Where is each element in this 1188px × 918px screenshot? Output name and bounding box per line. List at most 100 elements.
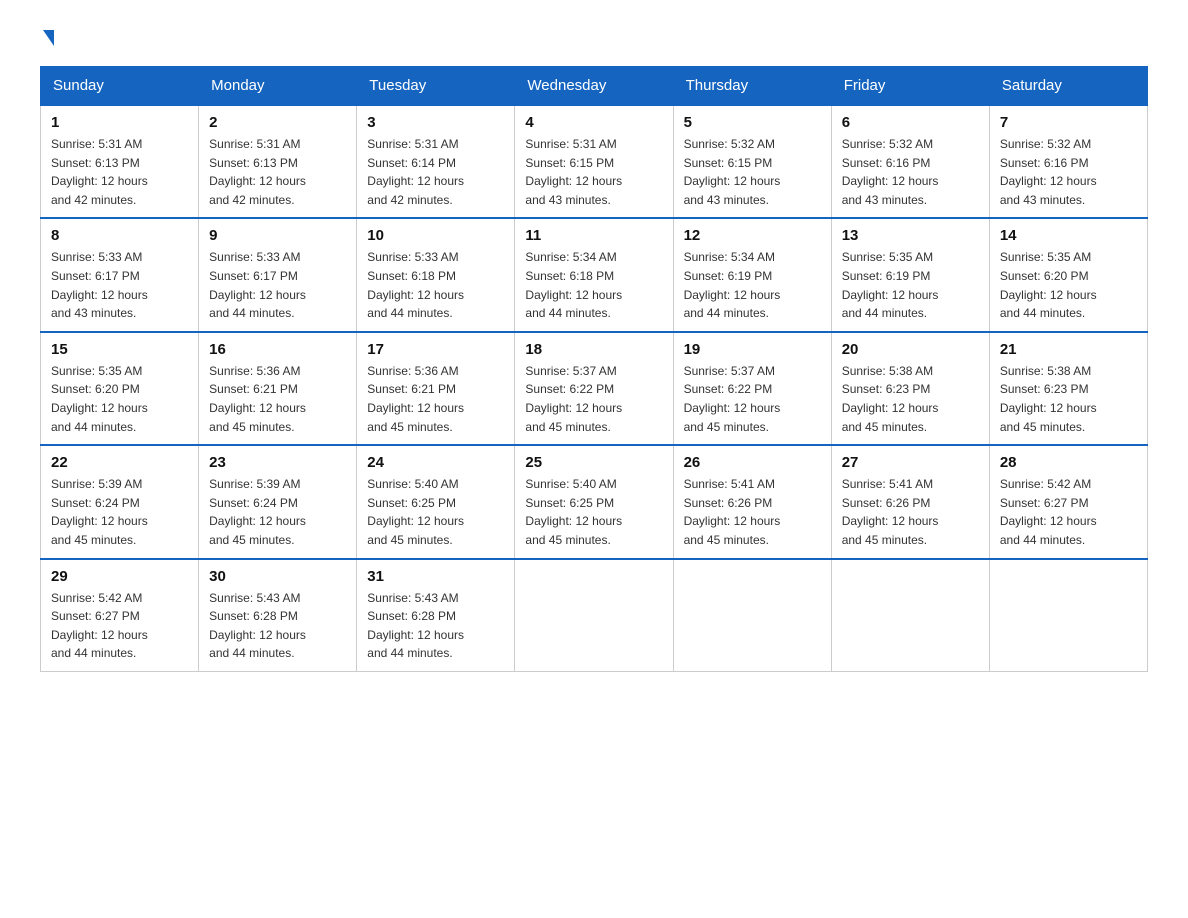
day-number: 14 <box>1000 227 1137 244</box>
calendar-week-row: 22 Sunrise: 5:39 AMSunset: 6:24 PMDaylig… <box>41 445 1148 558</box>
page-header <box>40 30 1148 42</box>
calendar-cell: 23 Sunrise: 5:39 AMSunset: 6:24 PMDaylig… <box>199 445 357 558</box>
day-info: Sunrise: 5:33 AMSunset: 6:17 PMDaylight:… <box>51 250 148 320</box>
day-number: 7 <box>1000 114 1137 131</box>
day-number: 10 <box>367 227 504 244</box>
day-info: Sunrise: 5:35 AMSunset: 6:20 PMDaylight:… <box>1000 250 1097 320</box>
day-info: Sunrise: 5:41 AMSunset: 6:26 PMDaylight:… <box>684 477 781 547</box>
day-number: 15 <box>51 341 188 358</box>
day-number: 13 <box>842 227 979 244</box>
calendar-week-row: 8 Sunrise: 5:33 AMSunset: 6:17 PMDayligh… <box>41 218 1148 331</box>
calendar-cell: 5 Sunrise: 5:32 AMSunset: 6:15 PMDayligh… <box>673 105 831 218</box>
day-number: 11 <box>525 227 662 244</box>
day-number: 16 <box>209 341 346 358</box>
calendar-cell: 7 Sunrise: 5:32 AMSunset: 6:16 PMDayligh… <box>989 105 1147 218</box>
calendar-cell <box>515 559 673 672</box>
day-number: 20 <box>842 341 979 358</box>
day-number: 29 <box>51 568 188 585</box>
day-number: 23 <box>209 454 346 471</box>
calendar-cell: 28 Sunrise: 5:42 AMSunset: 6:27 PMDaylig… <box>989 445 1147 558</box>
calendar-cell <box>989 559 1147 672</box>
day-info: Sunrise: 5:33 AMSunset: 6:18 PMDaylight:… <box>367 250 464 320</box>
day-info: Sunrise: 5:36 AMSunset: 6:21 PMDaylight:… <box>367 364 464 434</box>
weekday-header-saturday: Saturday <box>989 67 1147 106</box>
day-info: Sunrise: 5:40 AMSunset: 6:25 PMDaylight:… <box>367 477 464 547</box>
day-info: Sunrise: 5:31 AMSunset: 6:13 PMDaylight:… <box>51 137 148 207</box>
day-number: 4 <box>525 114 662 131</box>
day-number: 19 <box>684 341 821 358</box>
weekday-header-thursday: Thursday <box>673 67 831 106</box>
weekday-header-friday: Friday <box>831 67 989 106</box>
day-number: 24 <box>367 454 504 471</box>
calendar-cell: 17 Sunrise: 5:36 AMSunset: 6:21 PMDaylig… <box>357 332 515 445</box>
calendar-cell: 4 Sunrise: 5:31 AMSunset: 6:15 PMDayligh… <box>515 105 673 218</box>
calendar-cell: 30 Sunrise: 5:43 AMSunset: 6:28 PMDaylig… <box>199 559 357 672</box>
weekday-header-row: SundayMondayTuesdayWednesdayThursdayFrid… <box>41 67 1148 106</box>
day-info: Sunrise: 5:34 AMSunset: 6:19 PMDaylight:… <box>684 250 781 320</box>
calendar-cell: 25 Sunrise: 5:40 AMSunset: 6:25 PMDaylig… <box>515 445 673 558</box>
calendar-cell: 14 Sunrise: 5:35 AMSunset: 6:20 PMDaylig… <box>989 218 1147 331</box>
calendar-cell: 2 Sunrise: 5:31 AMSunset: 6:13 PMDayligh… <box>199 105 357 218</box>
calendar-cell: 29 Sunrise: 5:42 AMSunset: 6:27 PMDaylig… <box>41 559 199 672</box>
day-number: 9 <box>209 227 346 244</box>
calendar-cell <box>673 559 831 672</box>
day-number: 26 <box>684 454 821 471</box>
calendar-cell: 20 Sunrise: 5:38 AMSunset: 6:23 PMDaylig… <box>831 332 989 445</box>
calendar-cell: 16 Sunrise: 5:36 AMSunset: 6:21 PMDaylig… <box>199 332 357 445</box>
calendar-cell: 31 Sunrise: 5:43 AMSunset: 6:28 PMDaylig… <box>357 559 515 672</box>
day-number: 25 <box>525 454 662 471</box>
day-info: Sunrise: 5:31 AMSunset: 6:14 PMDaylight:… <box>367 137 464 207</box>
day-info: Sunrise: 5:34 AMSunset: 6:18 PMDaylight:… <box>525 250 622 320</box>
calendar-cell: 8 Sunrise: 5:33 AMSunset: 6:17 PMDayligh… <box>41 218 199 331</box>
calendar-cell: 24 Sunrise: 5:40 AMSunset: 6:25 PMDaylig… <box>357 445 515 558</box>
day-info: Sunrise: 5:43 AMSunset: 6:28 PMDaylight:… <box>367 591 464 661</box>
day-number: 1 <box>51 114 188 131</box>
day-number: 22 <box>51 454 188 471</box>
day-info: Sunrise: 5:37 AMSunset: 6:22 PMDaylight:… <box>525 364 622 434</box>
day-info: Sunrise: 5:33 AMSunset: 6:17 PMDaylight:… <box>209 250 306 320</box>
calendar-cell: 3 Sunrise: 5:31 AMSunset: 6:14 PMDayligh… <box>357 105 515 218</box>
calendar-cell: 9 Sunrise: 5:33 AMSunset: 6:17 PMDayligh… <box>199 218 357 331</box>
logo <box>40 30 54 42</box>
day-info: Sunrise: 5:38 AMSunset: 6:23 PMDaylight:… <box>1000 364 1097 434</box>
day-info: Sunrise: 5:32 AMSunset: 6:16 PMDaylight:… <box>842 137 939 207</box>
day-info: Sunrise: 5:32 AMSunset: 6:15 PMDaylight:… <box>684 137 781 207</box>
calendar-cell: 26 Sunrise: 5:41 AMSunset: 6:26 PMDaylig… <box>673 445 831 558</box>
calendar-cell: 18 Sunrise: 5:37 AMSunset: 6:22 PMDaylig… <box>515 332 673 445</box>
day-number: 8 <box>51 227 188 244</box>
day-info: Sunrise: 5:37 AMSunset: 6:22 PMDaylight:… <box>684 364 781 434</box>
day-number: 18 <box>525 341 662 358</box>
calendar-week-row: 29 Sunrise: 5:42 AMSunset: 6:27 PMDaylig… <box>41 559 1148 672</box>
calendar-cell: 15 Sunrise: 5:35 AMSunset: 6:20 PMDaylig… <box>41 332 199 445</box>
day-number: 12 <box>684 227 821 244</box>
day-info: Sunrise: 5:43 AMSunset: 6:28 PMDaylight:… <box>209 591 306 661</box>
weekday-header-tuesday: Tuesday <box>357 67 515 106</box>
day-number: 2 <box>209 114 346 131</box>
day-number: 31 <box>367 568 504 585</box>
day-info: Sunrise: 5:42 AMSunset: 6:27 PMDaylight:… <box>51 591 148 661</box>
day-number: 21 <box>1000 341 1137 358</box>
day-number: 17 <box>367 341 504 358</box>
calendar-cell: 6 Sunrise: 5:32 AMSunset: 6:16 PMDayligh… <box>831 105 989 218</box>
day-number: 5 <box>684 114 821 131</box>
day-info: Sunrise: 5:39 AMSunset: 6:24 PMDaylight:… <box>51 477 148 547</box>
day-number: 30 <box>209 568 346 585</box>
day-info: Sunrise: 5:35 AMSunset: 6:20 PMDaylight:… <box>51 364 148 434</box>
calendar-cell: 1 Sunrise: 5:31 AMSunset: 6:13 PMDayligh… <box>41 105 199 218</box>
calendar-cell: 22 Sunrise: 5:39 AMSunset: 6:24 PMDaylig… <box>41 445 199 558</box>
weekday-header-sunday: Sunday <box>41 67 199 106</box>
day-number: 3 <box>367 114 504 131</box>
calendar-cell: 27 Sunrise: 5:41 AMSunset: 6:26 PMDaylig… <box>831 445 989 558</box>
day-info: Sunrise: 5:40 AMSunset: 6:25 PMDaylight:… <box>525 477 622 547</box>
day-info: Sunrise: 5:31 AMSunset: 6:13 PMDaylight:… <box>209 137 306 207</box>
day-info: Sunrise: 5:38 AMSunset: 6:23 PMDaylight:… <box>842 364 939 434</box>
calendar-cell: 11 Sunrise: 5:34 AMSunset: 6:18 PMDaylig… <box>515 218 673 331</box>
day-info: Sunrise: 5:36 AMSunset: 6:21 PMDaylight:… <box>209 364 306 434</box>
calendar-week-row: 1 Sunrise: 5:31 AMSunset: 6:13 PMDayligh… <box>41 105 1148 218</box>
day-info: Sunrise: 5:42 AMSunset: 6:27 PMDaylight:… <box>1000 477 1097 547</box>
day-info: Sunrise: 5:39 AMSunset: 6:24 PMDaylight:… <box>209 477 306 547</box>
calendar-week-row: 15 Sunrise: 5:35 AMSunset: 6:20 PMDaylig… <box>41 332 1148 445</box>
weekday-header-wednesday: Wednesday <box>515 67 673 106</box>
day-number: 27 <box>842 454 979 471</box>
day-info: Sunrise: 5:41 AMSunset: 6:26 PMDaylight:… <box>842 477 939 547</box>
